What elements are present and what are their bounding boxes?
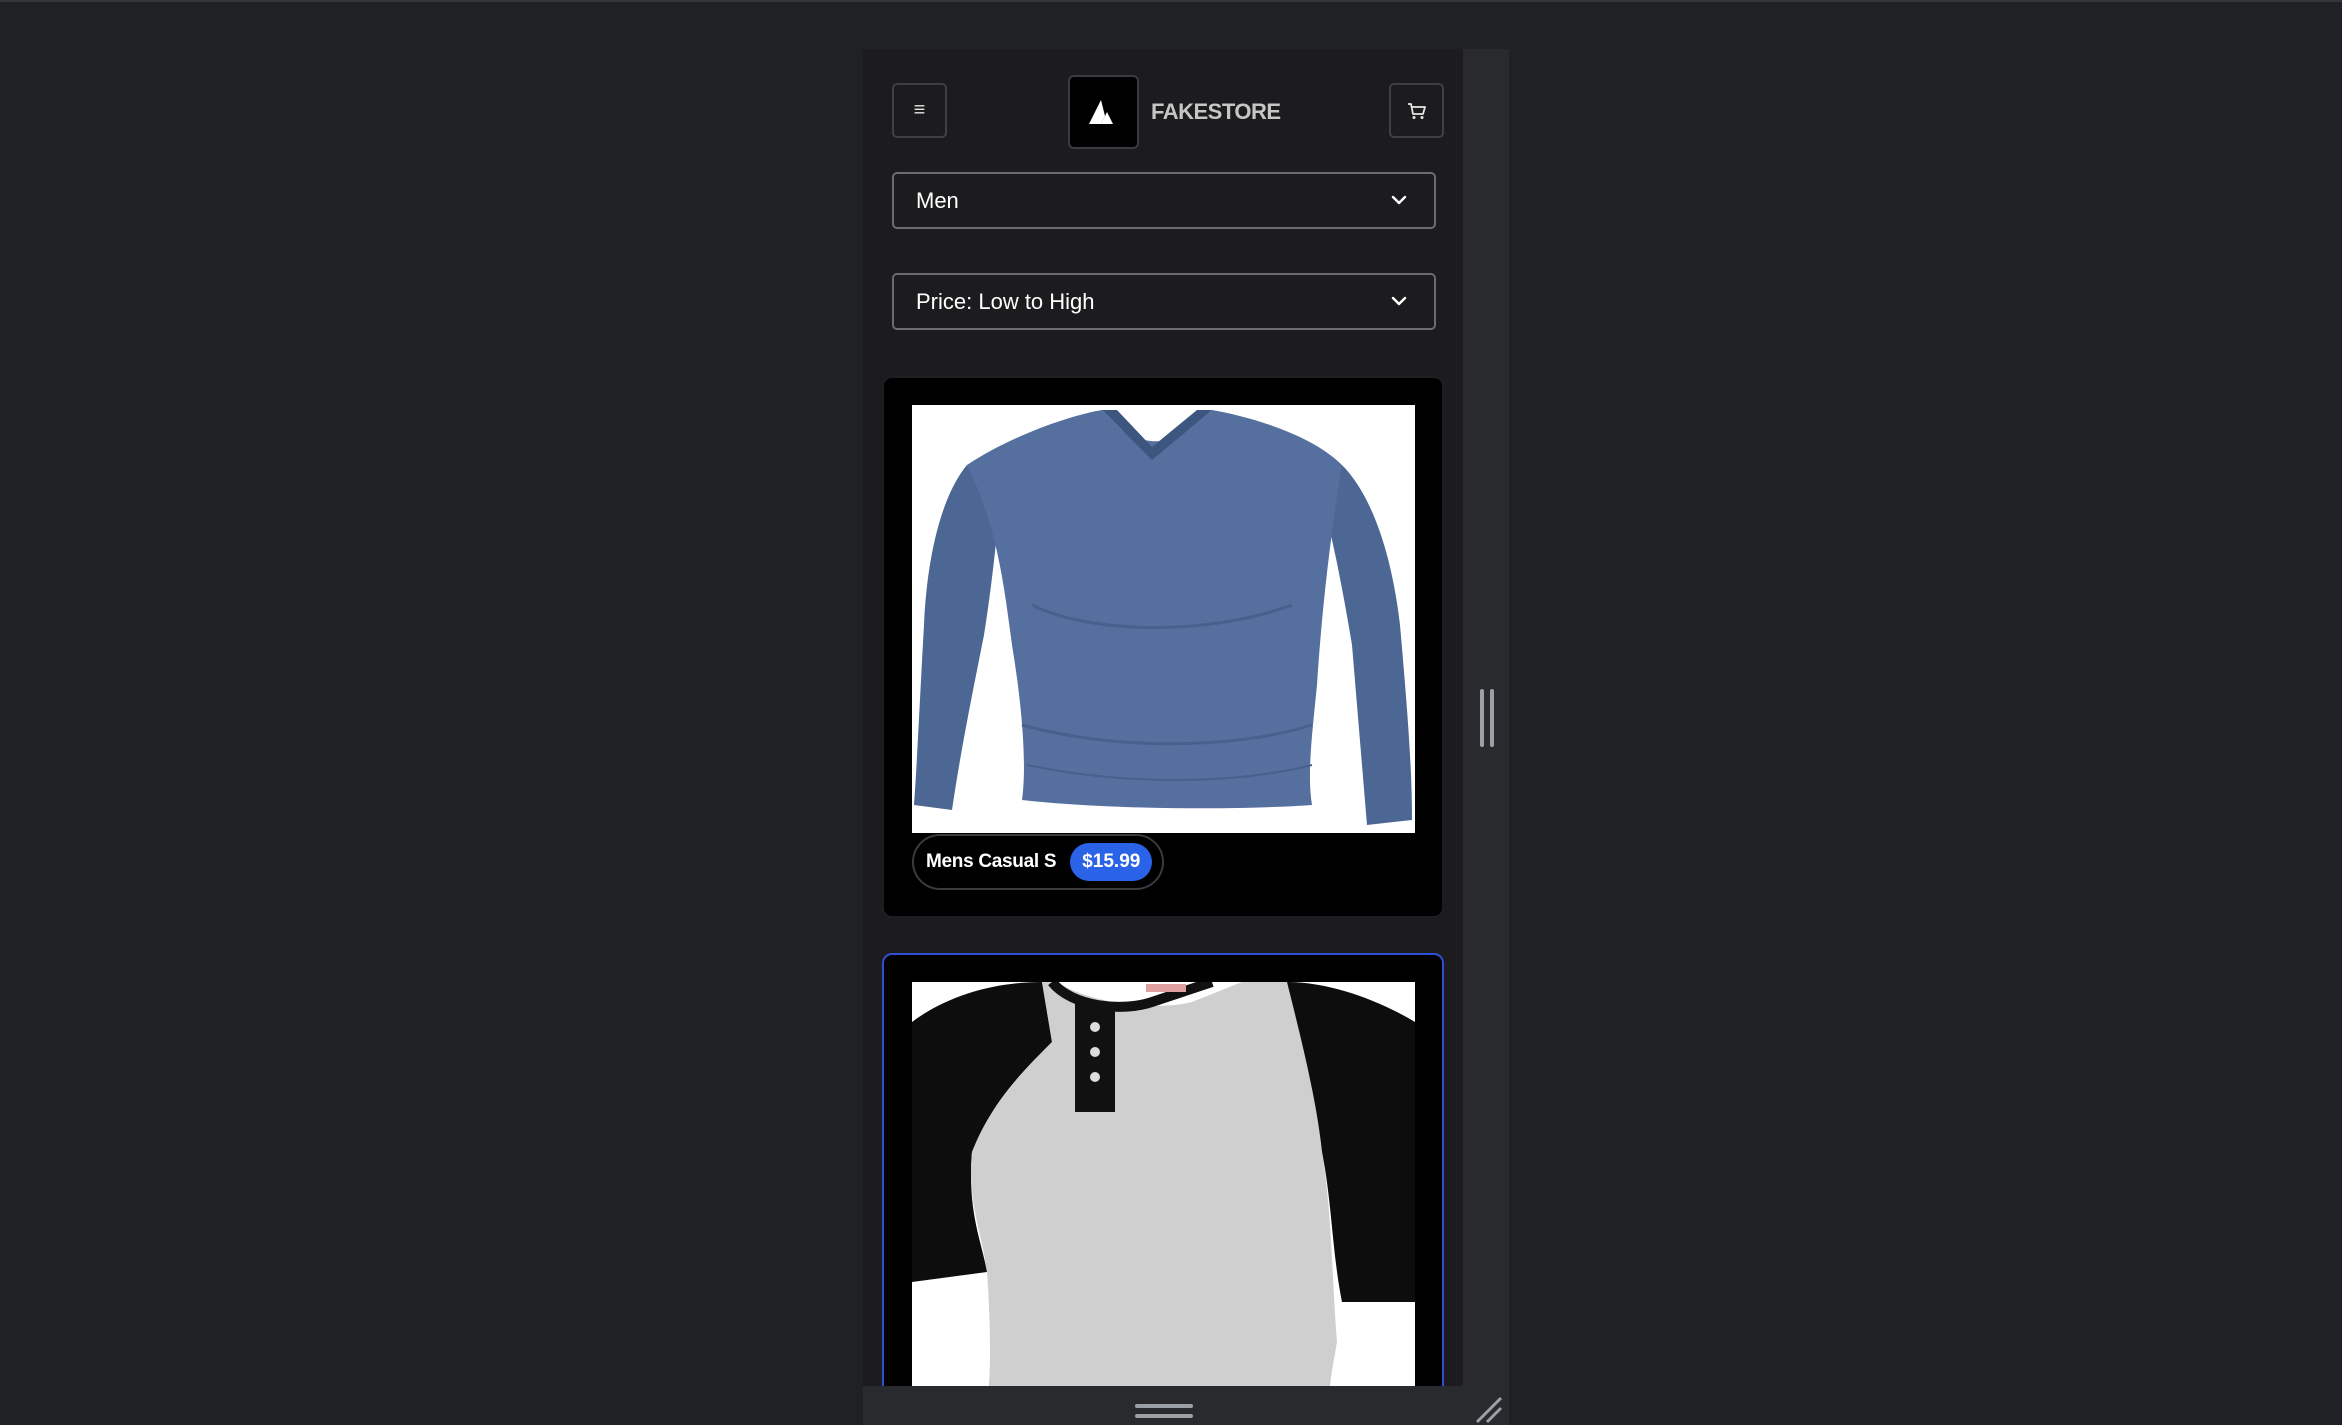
category-select[interactable]: Men bbox=[892, 172, 1436, 229]
vertical-resize-handle[interactable] bbox=[1480, 689, 1494, 747]
product-name: Mens Casual S bbox=[926, 851, 1057, 872]
product-image[interactable] bbox=[912, 405, 1415, 833]
hamburger-icon: ≡ bbox=[913, 99, 926, 121]
product-label: Mens Casual S $15.99 bbox=[912, 834, 1165, 890]
device-frame: ≡ FAKESTORE Men Price: Low to High Mens … bbox=[863, 49, 1509, 1425]
corner-resize-icon[interactable] bbox=[1473, 1394, 1503, 1424]
product-card[interactable]: Mens Casual S $15.99 bbox=[882, 376, 1444, 918]
category-select-value: Men bbox=[916, 187, 959, 213]
sort-select-value: Price: Low to High bbox=[916, 288, 1095, 314]
window-top-border bbox=[0, 0, 2342, 2]
chevron-down-icon bbox=[1391, 195, 1407, 205]
product-price: $15.99 bbox=[1070, 843, 1153, 881]
page-viewport: ≡ FAKESTORE Men Price: Low to High Mens … bbox=[863, 49, 1463, 1386]
brand[interactable]: FAKESTORE bbox=[1068, 75, 1281, 149]
sort-select[interactable]: Price: Low to High bbox=[892, 273, 1436, 330]
site-header: ≡ FAKESTORE bbox=[892, 75, 1444, 149]
blue-shirt-image bbox=[912, 405, 1415, 833]
product-card[interactable] bbox=[882, 953, 1444, 1386]
horizontal-resize-handle[interactable] bbox=[1135, 1404, 1193, 1418]
triangle-logo-icon bbox=[1088, 100, 1113, 124]
henley-shirt-image bbox=[912, 982, 1415, 1386]
brand-name: FAKESTORE bbox=[1151, 99, 1281, 124]
cart-icon bbox=[1407, 102, 1426, 119]
product-image[interactable] bbox=[912, 982, 1415, 1386]
cart-button[interactable] bbox=[1389, 83, 1444, 138]
logo bbox=[1068, 75, 1139, 149]
chevron-down-icon bbox=[1391, 296, 1407, 306]
menu-button[interactable]: ≡ bbox=[892, 83, 947, 138]
